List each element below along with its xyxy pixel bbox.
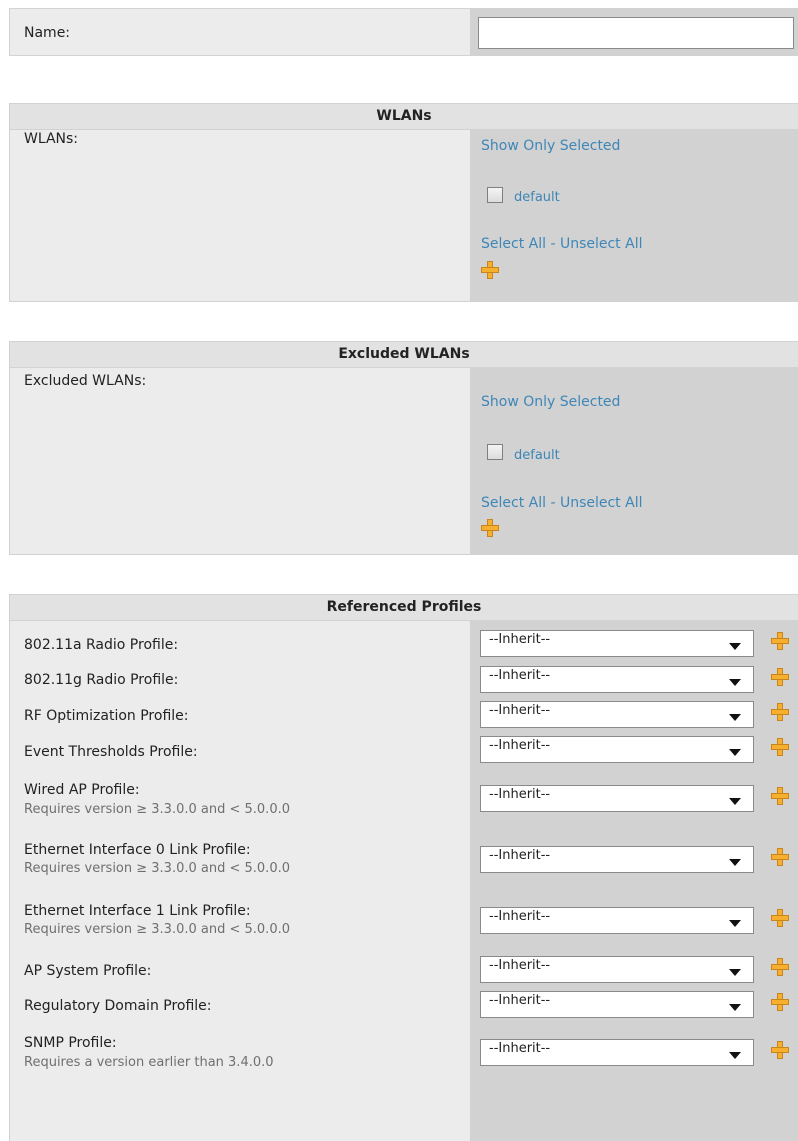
- chevron-down-icon: [729, 1004, 741, 1011]
- excluded-wlans-unselect-all-link[interactable]: Unselect All: [560, 495, 643, 511]
- wlans-label: WLANs:: [24, 131, 79, 147]
- add-profile-plus-icon[interactable]: [771, 703, 789, 721]
- profile-select[interactable]: --Inherit--: [480, 785, 754, 812]
- referenced-profiles-panel: Referenced Profiles 802.11a Radio Profil…: [9, 594, 798, 1141]
- wlans-add-plus-icon[interactable]: [481, 261, 499, 279]
- profile-label: Ethernet Interface 1 Link Profile:: [24, 903, 251, 919]
- wlans-default-label[interactable]: default: [514, 190, 560, 205]
- referenced-profiles-header: Referenced Profiles: [10, 595, 798, 621]
- profile-select[interactable]: --Inherit--: [480, 991, 754, 1018]
- chevron-down-icon: [729, 714, 741, 721]
- profile-select[interactable]: --Inherit--: [480, 846, 754, 873]
- profile-label: 802.11g Radio Profile:: [24, 672, 179, 688]
- profile-version-note: Requires version ≥ 3.3.0.0 and < 5.0.0.0: [24, 802, 290, 817]
- wlans-panel: WLANs WLANs: Show Only Selected default …: [9, 103, 798, 302]
- wlans-show-only-selected-link[interactable]: Show Only Selected: [481, 138, 620, 154]
- profile-version-note: Requires a version earlier than 3.4.0.0: [24, 1055, 274, 1070]
- excluded-wlans-select-links: Select All - Unselect All: [481, 495, 642, 511]
- chevron-down-icon: [729, 969, 741, 976]
- add-profile-plus-icon[interactable]: [771, 909, 789, 927]
- wlans-unselect-all-link[interactable]: Unselect All: [560, 236, 643, 252]
- wlans-default-checkbox[interactable]: [487, 187, 503, 203]
- profile-version-note: Requires version ≥ 3.3.0.0 and < 5.0.0.0: [24, 922, 290, 937]
- profile-select[interactable]: --Inherit--: [480, 907, 754, 934]
- profile-label: RF Optimization Profile:: [24, 708, 189, 724]
- excluded-wlans-label: Excluded WLANs:: [24, 373, 147, 389]
- ap-group-form: Name: WLANs WLANs: Show Only Selected de…: [0, 0, 798, 1141]
- chevron-down-icon: [729, 1052, 741, 1059]
- add-profile-plus-icon[interactable]: [771, 632, 789, 650]
- wlans-select-all-link[interactable]: Select All: [481, 236, 546, 252]
- chevron-down-icon: [729, 749, 741, 756]
- profile-select-value: --Inherit--: [489, 787, 551, 802]
- excluded-wlans-panel: Excluded WLANs Excluded WLANs: Show Only…: [9, 341, 798, 555]
- profile-label: Ethernet Interface 0 Link Profile:: [24, 842, 251, 858]
- name-panel: Name:: [9, 8, 798, 56]
- profile-select-value: --Inherit--: [489, 668, 551, 683]
- excluded-wlans-default-label[interactable]: default: [514, 448, 560, 463]
- profile-select-value: --Inherit--: [489, 909, 551, 924]
- chevron-down-icon: [729, 859, 741, 866]
- profile-label: Regulatory Domain Profile:: [24, 998, 212, 1014]
- wlans-link-separator: -: [546, 236, 560, 252]
- excluded-wlans-default-checkbox[interactable]: [487, 444, 503, 460]
- profile-select[interactable]: --Inherit--: [480, 701, 754, 728]
- profile-select-value: --Inherit--: [489, 632, 551, 647]
- chevron-down-icon: [729, 920, 741, 927]
- add-profile-plus-icon[interactable]: [771, 958, 789, 976]
- add-profile-plus-icon[interactable]: [771, 1041, 789, 1059]
- chevron-down-icon: [729, 679, 741, 686]
- profile-select[interactable]: --Inherit--: [480, 666, 754, 693]
- wlans-header: WLANs: [10, 104, 798, 130]
- profile-select-value: --Inherit--: [489, 1041, 551, 1056]
- profile-select-value: --Inherit--: [489, 958, 551, 973]
- chevron-down-icon: [729, 798, 741, 805]
- profile-select-value: --Inherit--: [489, 848, 551, 863]
- profile-select-value: --Inherit--: [489, 993, 551, 1008]
- add-profile-plus-icon[interactable]: [771, 993, 789, 1011]
- add-profile-plus-icon[interactable]: [771, 787, 789, 805]
- profile-label: AP System Profile:: [24, 963, 152, 979]
- excluded-wlans-show-only-selected-link[interactable]: Show Only Selected: [481, 394, 620, 410]
- profile-label: Event Thresholds Profile:: [24, 744, 198, 760]
- profile-select[interactable]: --Inherit--: [480, 630, 754, 657]
- add-profile-plus-icon[interactable]: [771, 738, 789, 756]
- name-input[interactable]: [478, 17, 794, 49]
- add-profile-plus-icon[interactable]: [771, 668, 789, 686]
- profile-label: Wired AP Profile:: [24, 782, 140, 798]
- name-label: Name:: [24, 25, 71, 41]
- chevron-down-icon: [729, 643, 741, 650]
- excluded-wlans-link-separator: -: [546, 495, 560, 511]
- profile-select-value: --Inherit--: [489, 738, 551, 753]
- wlans-select-links: Select All - Unselect All: [481, 236, 642, 252]
- profile-label: 802.11a Radio Profile:: [24, 637, 179, 653]
- excluded-wlans-add-plus-icon[interactable]: [481, 519, 499, 537]
- excluded-wlans-header: Excluded WLANs: [10, 342, 798, 368]
- profile-select[interactable]: --Inherit--: [480, 1039, 754, 1066]
- profile-select[interactable]: --Inherit--: [480, 736, 754, 763]
- profile-select[interactable]: --Inherit--: [480, 956, 754, 983]
- profile-version-note: Requires version ≥ 3.3.0.0 and < 5.0.0.0: [24, 861, 290, 876]
- excluded-wlans-select-all-link[interactable]: Select All: [481, 495, 546, 511]
- add-profile-plus-icon[interactable]: [771, 848, 789, 866]
- profile-select-value: --Inherit--: [489, 703, 551, 718]
- profile-label: SNMP Profile:: [24, 1035, 117, 1051]
